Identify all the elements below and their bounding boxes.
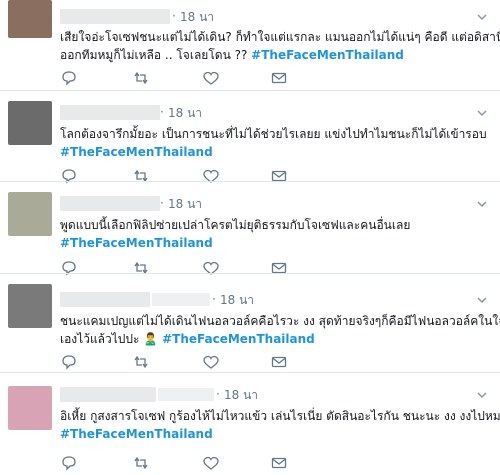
avatar[interactable]: [8, 386, 52, 430]
reply-icon[interactable]: [60, 70, 78, 86]
tweet-text: อิเหี้ย กูสงสารโจเซฟ กูร้องไห้ไม่ไหวแข้ว…: [60, 407, 500, 443]
avatar[interactable]: [8, 0, 52, 38]
tweet-actions: [60, 70, 287, 86]
tweet-text-line: อิเหี้ย กูสงสารโจเซฟ กูร้องไห้ไม่ไหวแข้ว…: [60, 409, 500, 423]
author-name-redacted[interactable]: [60, 387, 156, 402]
tweet-text-line: ชนะแคมเปญแต่ไม่ได้เดินไฟนอลวอล์คคือไรวะ …: [60, 314, 500, 328]
tweet-feed: · 18 นา เสียใจอ่ะโจเซฟชนะแต่ไม่ได้เดิน? …: [0, 0, 500, 475]
author-name-redacted[interactable]: [60, 9, 170, 24]
hashtag-link[interactable]: #TheFaceMenThailand: [162, 332, 315, 346]
chevron-down-icon[interactable]: [476, 389, 488, 401]
tweet-card[interactable]: · 18 นา โลกต้องจารึกมั้ยอะ เป็นการชนะที่…: [0, 91, 500, 184]
author-name-redacted[interactable]: [60, 196, 160, 211]
separator-dot: ·: [216, 387, 220, 401]
direct-message-icon[interactable]: [270, 70, 288, 86]
tweet-text: พูดแบบนี้เลือกฟิลิปซ่ายเปล่าโครตไม่ยุติธ…: [60, 216, 410, 252]
tweet-actions: [60, 455, 287, 471]
reply-icon[interactable]: [60, 354, 78, 370]
tweet-timestamp[interactable]: 18 นา: [224, 386, 258, 405]
tweet-text: เสียใจอ่ะโจเซฟชนะแต่ไม่ได้เดิน? ก็ทำใจแต…: [60, 28, 500, 64]
like-icon[interactable]: [202, 455, 220, 471]
reply-icon[interactable]: [60, 455, 78, 471]
hashtag-link[interactable]: #TheFaceMenThailand: [60, 236, 213, 250]
tweet-timestamp[interactable]: 18 นา: [220, 291, 254, 310]
tweet-card[interactable]: · 18 นา อิเหี้ย กูสงสารโจเซฟ กูร้องไห้ไม…: [0, 373, 500, 475]
chevron-down-icon[interactable]: [476, 294, 488, 306]
like-icon[interactable]: [202, 70, 220, 86]
hashtag-link[interactable]: #TheFaceMenThailand: [251, 48, 404, 62]
avatar[interactable]: [8, 101, 52, 145]
tweet-text: โลกต้องจารึกมั้ยอะ เป็นการชนะที่ไม่ได้ช่…: [60, 125, 487, 161]
avatar[interactable]: [8, 284, 52, 328]
chevron-down-icon[interactable]: [476, 198, 488, 210]
chevron-down-icon[interactable]: [476, 11, 488, 23]
tweet-text: ชนะแคมเปญแต่ไม่ได้เดินไฟนอลวอล์คคือไรวะ …: [60, 312, 500, 348]
direct-message-icon[interactable]: [270, 455, 288, 471]
tweet-timestamp[interactable]: 18 นา: [168, 195, 202, 214]
tweet-timestamp[interactable]: 18 นา: [180, 8, 214, 27]
tweet-card[interactable]: · 18 นา เสียใจอ่ะโจเซฟชนะแต่ไม่ได้เดิน? …: [0, 0, 500, 90]
tweet-actions: [60, 354, 287, 370]
retweet-icon[interactable]: [132, 354, 150, 370]
separator-dot: ·: [160, 196, 164, 210]
author-name-redacted[interactable]: [60, 292, 150, 307]
separator-dot: ·: [160, 105, 164, 119]
tweet-card[interactable]: · 18 นา พูดแบบนี้เลือกฟิลิปซ่ายเปล่าโครต…: [0, 182, 500, 276]
author-name-redacted[interactable]: [60, 105, 160, 120]
hashtag-link[interactable]: #TheFaceMenThailand: [60, 145, 213, 159]
chevron-down-icon[interactable]: [476, 107, 488, 119]
retweet-icon[interactable]: [132, 70, 150, 86]
tweet-text-line: เสียใจอ่ะโจเซฟชนะแต่ไม่ได้เดิน? ก็ทำใจแต…: [60, 30, 500, 44]
tweet-text-line: พูดแบบนี้เลือกฟิลิปซ่ายเปล่าโครตไม่ยุติธ…: [60, 218, 411, 232]
tweet-text-line: เองไว้แล้วไปปะ 🙎‍♂️: [60, 332, 159, 346]
direct-message-icon[interactable]: [270, 354, 288, 370]
separator-dot: ·: [212, 292, 216, 306]
like-icon[interactable]: [202, 354, 220, 370]
tweet-text-line: ออกทีมหมูก็ไม่เหลือ .. โจเลยโดน ??: [60, 48, 248, 62]
hashtag-link[interactable]: #TheFaceMenThailand: [60, 427, 213, 441]
tweet-timestamp[interactable]: 18 นา: [168, 104, 202, 123]
tweet-text-line: โลกต้องจารึกมั้ยอะ เป็นการชนะที่ไม่ได้ช่…: [60, 127, 487, 141]
tweet-card[interactable]: · 18 นา ชนะแคมเปญแต่ไม่ได้เดินไฟนอลวอล์ค…: [0, 274, 500, 372]
separator-dot: ·: [172, 9, 176, 23]
author-handle-redacted[interactable]: [158, 388, 214, 401]
retweet-icon[interactable]: [132, 455, 150, 471]
author-handle-redacted[interactable]: [152, 293, 210, 306]
avatar[interactable]: [8, 192, 52, 236]
